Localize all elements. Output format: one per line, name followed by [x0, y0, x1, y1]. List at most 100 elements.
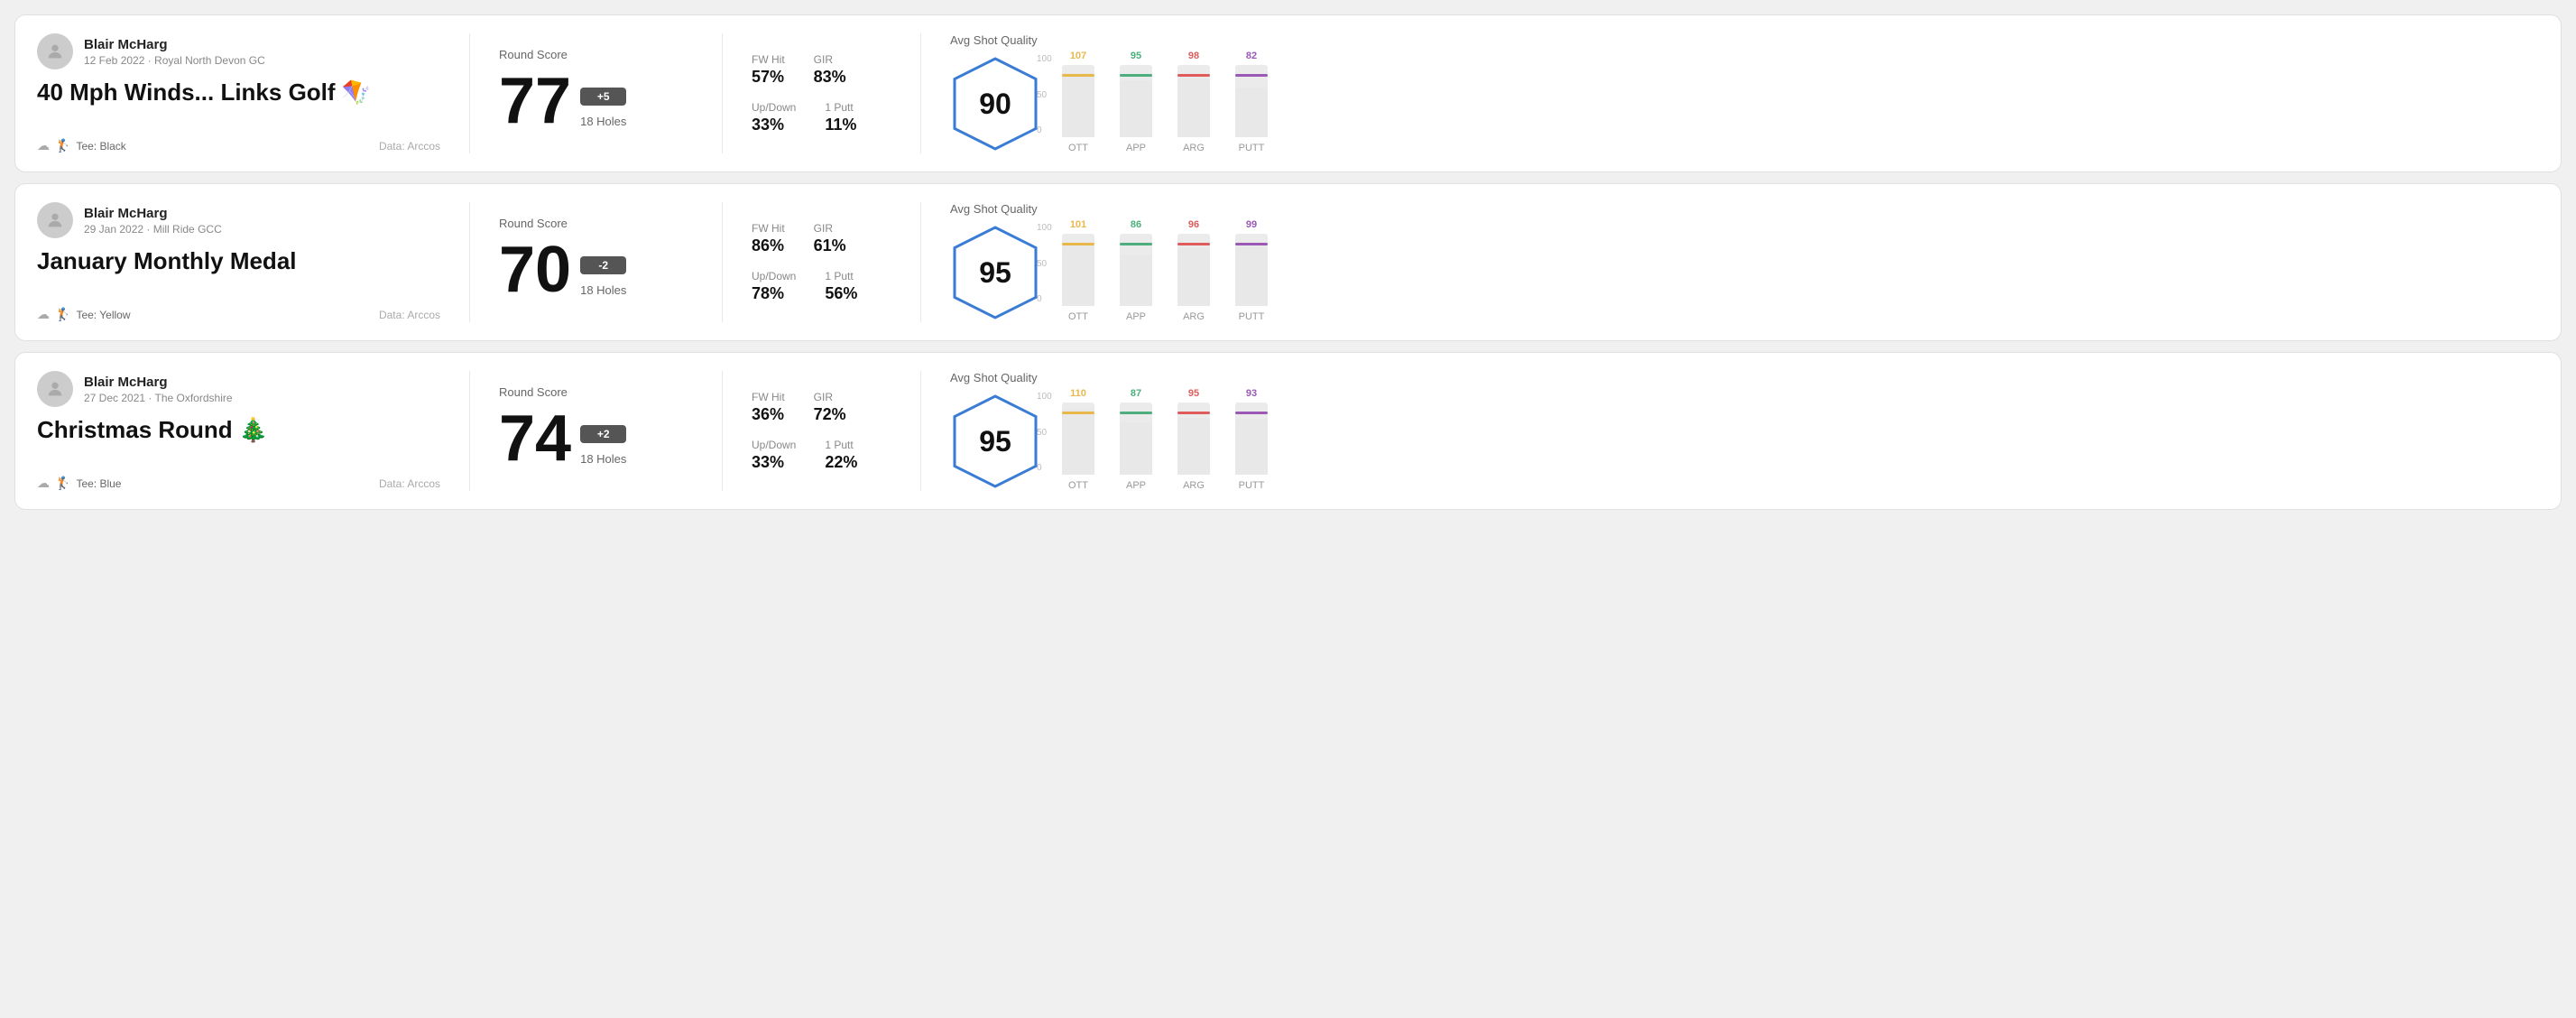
data-source: Data: Arccos: [379, 477, 440, 490]
oneputt-value: 11%: [825, 116, 856, 134]
player-info: Blair McHarg 29 Jan 2022 · Mill Ride GCC: [37, 202, 440, 238]
score-badge: -2: [580, 256, 626, 274]
score-holes: 18 Holes: [580, 283, 626, 297]
avg-sq-label: Avg Shot Quality: [950, 202, 2539, 216]
tee-label: Tee: Black: [76, 140, 125, 153]
fw-hit-label: FW Hit: [752, 222, 785, 235]
bar-value: 101: [1070, 219, 1086, 230]
stats-row-top: FW Hit 57% GIR 83%: [752, 53, 891, 87]
stats-section: FW Hit 57% GIR 83% Up/Down 33% 1 Putt: [723, 33, 921, 153]
bottom-meta: ☁ 🏌 Tee: Black Data: Arccos: [37, 138, 440, 153]
tee-label: Tee: Yellow: [76, 309, 130, 321]
bar-fill: [1235, 419, 1268, 475]
bar-label: APP: [1126, 143, 1146, 153]
bar-line: [1120, 243, 1152, 245]
gir-label: GIR: [814, 53, 846, 66]
bar-fill: [1120, 255, 1152, 306]
bar-label: ARG: [1183, 480, 1205, 491]
updown-value: 78%: [752, 284, 796, 303]
round-score-label: Round Score: [499, 48, 693, 61]
bar-wrapper: [1177, 403, 1210, 475]
bar-fill: [1062, 245, 1094, 306]
bar-label: APP: [1126, 480, 1146, 491]
stats-row-top: FW Hit 36% GIR 72%: [752, 391, 891, 424]
bar-chart: 100 50 0 110 OTT 87 APP 95: [1062, 392, 2539, 491]
left-section: Blair McHarg 12 Feb 2022 · Royal North D…: [37, 33, 470, 153]
score-number: 70: [499, 237, 571, 302]
avatar: [37, 202, 73, 238]
score-number: 74: [499, 406, 571, 471]
bar-label: ARG: [1183, 311, 1205, 322]
bar-line: [1062, 243, 1094, 245]
score-holes: 18 Holes: [580, 115, 626, 128]
bar-group: 96 ARG: [1177, 219, 1210, 322]
bar-label: OTT: [1068, 311, 1088, 322]
updown-stat: Up/Down 33%: [752, 101, 796, 134]
bar-fill: [1177, 418, 1210, 475]
bar-line: [1177, 412, 1210, 414]
player-info: Blair McHarg 12 Feb 2022 · Royal North D…: [37, 33, 440, 69]
bar-line: [1235, 74, 1268, 77]
fw-hit-value: 36%: [752, 405, 785, 424]
tee-info: ☁ 🏌 Tee: Yellow: [37, 307, 130, 322]
bar-group: 110 OTT: [1062, 388, 1094, 491]
hexagon-container: 95: [950, 392, 1040, 491]
bar-label: ARG: [1183, 143, 1205, 153]
bar-label: PUTT: [1239, 311, 1265, 322]
shot-quality-section: 95 100 50 0 101 OTT 86: [950, 223, 2539, 322]
updown-stat: Up/Down 78%: [752, 270, 796, 303]
bar-value: 107: [1070, 51, 1086, 61]
bottom-meta: ☁ 🏌 Tee: Blue Data: Arccos: [37, 476, 440, 491]
gir-label: GIR: [814, 391, 846, 403]
stats-row-bottom: Up/Down 33% 1 Putt 22%: [752, 439, 891, 472]
bar-line: [1062, 412, 1094, 414]
updown-label: Up/Down: [752, 439, 796, 451]
updown-value: 33%: [752, 116, 796, 134]
player-date-course: 29 Jan 2022 · Mill Ride GCC: [84, 223, 222, 236]
bag-icon: 🏌: [55, 138, 70, 153]
gir-value: 72%: [814, 405, 846, 424]
weather-icon: ☁: [37, 476, 50, 491]
round-title: Christmas Round 🎄: [37, 416, 440, 444]
fw-hit-label: FW Hit: [752, 53, 785, 66]
sq-score: 95: [979, 425, 1011, 458]
bar-fill: [1120, 80, 1152, 137]
bar-wrapper: [1120, 65, 1152, 137]
gir-value: 83%: [814, 68, 846, 87]
fw-hit-value: 57%: [752, 68, 785, 87]
fw-hit-label: FW Hit: [752, 391, 785, 403]
bar-wrapper: [1177, 65, 1210, 137]
avg-sq-label: Avg Shot Quality: [950, 371, 2539, 384]
gir-stat: GIR 83%: [814, 53, 846, 87]
bar-wrapper: [1120, 234, 1152, 306]
oneputt-stat: 1 Putt 56%: [825, 270, 857, 303]
gir-stat: GIR 61%: [814, 222, 846, 255]
mid-section: Round Score 70 -2 18 Holes: [470, 202, 723, 322]
tee-info: ☁ 🏌 Tee: Black: [37, 138, 126, 153]
updown-stat: Up/Down 33%: [752, 439, 796, 472]
round-card: Blair McHarg 29 Jan 2022 · Mill Ride GCC…: [14, 183, 2562, 341]
score-row: 77 +5 18 Holes: [499, 69, 693, 134]
score-number: 77: [499, 69, 571, 134]
oneputt-value: 22%: [825, 453, 857, 472]
bar-chart: 100 50 0 107 OTT 95 APP 98: [1062, 54, 2539, 153]
bar-line: [1062, 74, 1094, 77]
bar-group: 86 APP: [1120, 219, 1152, 322]
shot-quality-section: 95 100 50 0 110 OTT 87: [950, 392, 2539, 491]
bar-wrapper: [1235, 403, 1268, 475]
bar-wrapper: [1062, 403, 1094, 475]
oneputt-label: 1 Putt: [825, 439, 857, 451]
hexagon-container: 95: [950, 223, 1040, 322]
bar-fill: [1177, 79, 1210, 137]
score-meta: -2 18 Holes: [580, 256, 626, 302]
sq-score: 90: [979, 88, 1011, 121]
updown-label: Up/Down: [752, 270, 796, 282]
gir-label: GIR: [814, 222, 846, 235]
bar-wrapper: [1235, 65, 1268, 137]
tee-label: Tee: Blue: [76, 477, 121, 490]
oneputt-value: 56%: [825, 284, 857, 303]
bar-chart: 100 50 0 101 OTT 86 APP 96: [1062, 223, 2539, 322]
mid-section: Round Score 77 +5 18 Holes: [470, 33, 723, 153]
round-score-label: Round Score: [499, 217, 693, 230]
round-card: Blair McHarg 27 Dec 2021 · The Oxfordshi…: [14, 352, 2562, 510]
